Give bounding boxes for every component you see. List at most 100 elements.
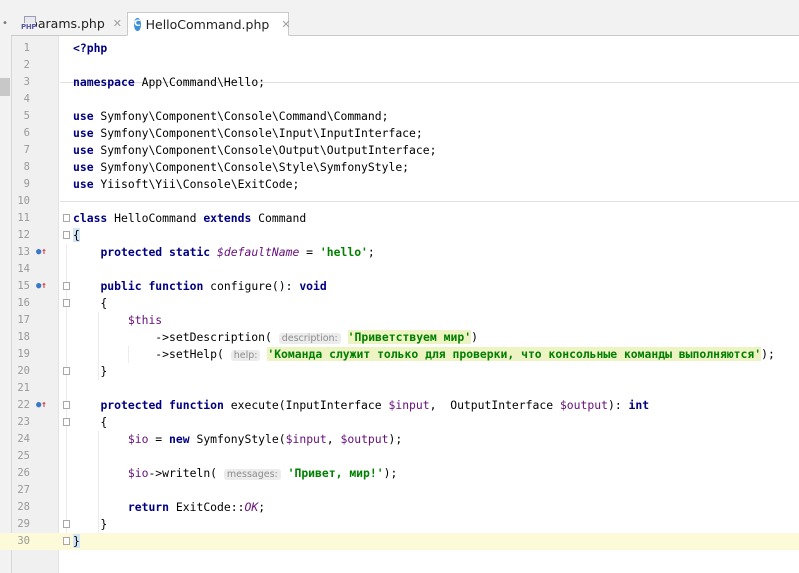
tab-hellocommand-php[interactable]: C HelloCommand.php ✕ bbox=[127, 12, 291, 36]
code-line[interactable]: 20 } bbox=[0, 363, 799, 380]
fold-marker-icon[interactable] bbox=[63, 401, 70, 409]
code-line[interactable]: 26 $io->writeln( messages: 'Привет, мир!… bbox=[0, 465, 799, 482]
code-text: ->setDescription( description: 'Приветст… bbox=[73, 329, 478, 347]
code-line[interactable]: 21 bbox=[0, 380, 799, 397]
code-token: use bbox=[73, 177, 94, 191]
code-text: } bbox=[73, 363, 107, 380]
code-line[interactable]: 7 use Symfony\Component\Console\Output\Ou… bbox=[0, 142, 799, 159]
code-line[interactable]: 3 namespace App\Command\Hello; bbox=[0, 74, 799, 91]
code-text: namespace App\Command\Hello; bbox=[73, 74, 265, 91]
code-token: namespace bbox=[73, 75, 135, 89]
fold-marker-icon[interactable] bbox=[63, 282, 70, 290]
parameter-hint: description: bbox=[278, 333, 341, 344]
code-line[interactable]: 12 { bbox=[0, 227, 799, 244]
code-line[interactable]: 30} bbox=[0, 533, 799, 550]
code-token: ); bbox=[761, 347, 775, 361]
code-line[interactable]: 2 bbox=[0, 57, 799, 74]
line-number: 16 bbox=[17, 297, 30, 309]
code-line[interactable]: 11 class HelloCommand extends Command bbox=[0, 210, 799, 227]
close-icon[interactable]: ✕ bbox=[281, 18, 290, 31]
line-number: 21 bbox=[17, 382, 30, 394]
code-text: } bbox=[73, 516, 107, 533]
code-token: class bbox=[73, 211, 108, 225]
fold-marker-icon[interactable] bbox=[63, 520, 70, 528]
code-token: <?php bbox=[73, 41, 108, 55]
code-token: = bbox=[148, 432, 170, 446]
close-icon[interactable]: ✕ bbox=[113, 17, 122, 30]
code-text: use Symfony\Component\Console\Command\Co… bbox=[73, 108, 388, 125]
line-number: 17 bbox=[17, 314, 30, 326]
fold-marker-icon[interactable] bbox=[63, 418, 70, 426]
code-token: Yiisoft\Yii\Console\ExitCode; bbox=[93, 177, 300, 191]
code-token: $io bbox=[127, 432, 149, 446]
code-line[interactable]: 17 $this bbox=[0, 312, 799, 329]
code-text: { bbox=[73, 414, 107, 431]
code-text: ->setHelp( help: 'Команда служит только … bbox=[73, 346, 775, 364]
code-line[interactable]: 24 $io = new SymfonyStyle($input, $outpu… bbox=[0, 431, 799, 448]
code-line[interactable]: 18 ->setDescription( description: 'Приве… bbox=[0, 329, 799, 346]
line-number: 2 bbox=[23, 59, 30, 71]
code-token: } bbox=[73, 517, 108, 531]
code-line[interactable]: 28 return ExitCode::OK; bbox=[0, 499, 799, 516]
fold-marker-icon[interactable] bbox=[63, 299, 70, 307]
fold-marker-icon[interactable] bbox=[63, 537, 70, 545]
code-line[interactable]: 1 <?php bbox=[0, 40, 799, 57]
code-text: class HelloCommand extends Command bbox=[73, 210, 306, 227]
code-line[interactable]: 10 bbox=[0, 193, 799, 210]
code-text: public function configure(): void bbox=[73, 278, 326, 295]
code-text: $this bbox=[73, 312, 162, 329]
fold-marker-icon[interactable] bbox=[63, 367, 70, 375]
code-line[interactable]: 14 bbox=[0, 261, 799, 278]
code-token: Symfony\Component\Console\Input\InputInt… bbox=[93, 126, 423, 140]
line-number: 22 bbox=[17, 399, 30, 411]
overrides-method-icon[interactable]: ●↑ bbox=[36, 400, 47, 410]
line-number: 26 bbox=[17, 467, 30, 479]
fold-marker-icon[interactable] bbox=[63, 231, 70, 239]
code-token: use bbox=[73, 143, 94, 157]
code-token: $input bbox=[388, 398, 430, 412]
code-token: 'hello' bbox=[319, 245, 368, 259]
tab-label: params.php bbox=[29, 16, 105, 31]
code-line[interactable]: 16 { bbox=[0, 295, 799, 312]
code-line[interactable]: 29 } bbox=[0, 516, 799, 533]
code-text: protected function execute(InputInterfac… bbox=[73, 397, 649, 414]
code-token: $output bbox=[559, 398, 608, 412]
code-token: $output bbox=[340, 432, 389, 446]
code-line[interactable]: 15 ●↑ public function configure(): void bbox=[0, 278, 799, 295]
code-token: Symfony\Component\Console\Output\OutputI… bbox=[93, 143, 437, 157]
code-token: ->setHelp( bbox=[73, 347, 231, 361]
code-editor[interactable]: 1 <?php 2 3 namespace App\Command\Hello; 4 5 us… bbox=[0, 36, 799, 573]
code-line[interactable]: 5 use Symfony\Component\Console\Command\C… bbox=[0, 108, 799, 125]
code-line[interactable]: 23 { bbox=[0, 414, 799, 431]
code-line[interactable]: 19 ->setHelp( help: 'Команда служит толь… bbox=[0, 346, 799, 363]
code-token: = bbox=[299, 245, 320, 259]
code-line[interactable]: 8 use Symfony\Component\Console\Style\Sym… bbox=[0, 159, 799, 176]
code-token: return bbox=[127, 500, 170, 514]
code-line[interactable]: 4 bbox=[0, 91, 799, 108]
line-number: 13 bbox=[17, 246, 30, 258]
line-number: 7 bbox=[23, 144, 30, 156]
code-line[interactable]: 9 use Yiisoft\Yii\Console\ExitCode; bbox=[0, 176, 799, 193]
fold-marker-icon[interactable] bbox=[63, 214, 70, 222]
code-line[interactable]: 25 bbox=[0, 448, 799, 465]
code-token: $input bbox=[285, 432, 327, 446]
tab-params-php[interactable]: PHP params.php ✕ bbox=[15, 12, 122, 35]
code-line[interactable]: 6 use Symfony\Component\Console\Input\Inp… bbox=[0, 125, 799, 142]
overrides-method-icon[interactable]: ●↑ bbox=[36, 281, 47, 291]
overrides-method-icon[interactable]: ●↑ bbox=[36, 247, 47, 257]
code-line[interactable]: 13 ●↑ protected static $defaultName = 'he… bbox=[0, 244, 799, 261]
code-line[interactable]: 22 ●↑ protected function execute(InputInt… bbox=[0, 397, 799, 414]
line-number: 14 bbox=[17, 263, 30, 275]
line-number: 5 bbox=[23, 110, 30, 122]
code-line[interactable]: 27 bbox=[0, 482, 799, 499]
line-number: 1 bbox=[23, 42, 30, 54]
line-number: 12 bbox=[17, 229, 30, 241]
code-token: ); bbox=[388, 432, 403, 446]
code-token: $io bbox=[127, 466, 149, 480]
